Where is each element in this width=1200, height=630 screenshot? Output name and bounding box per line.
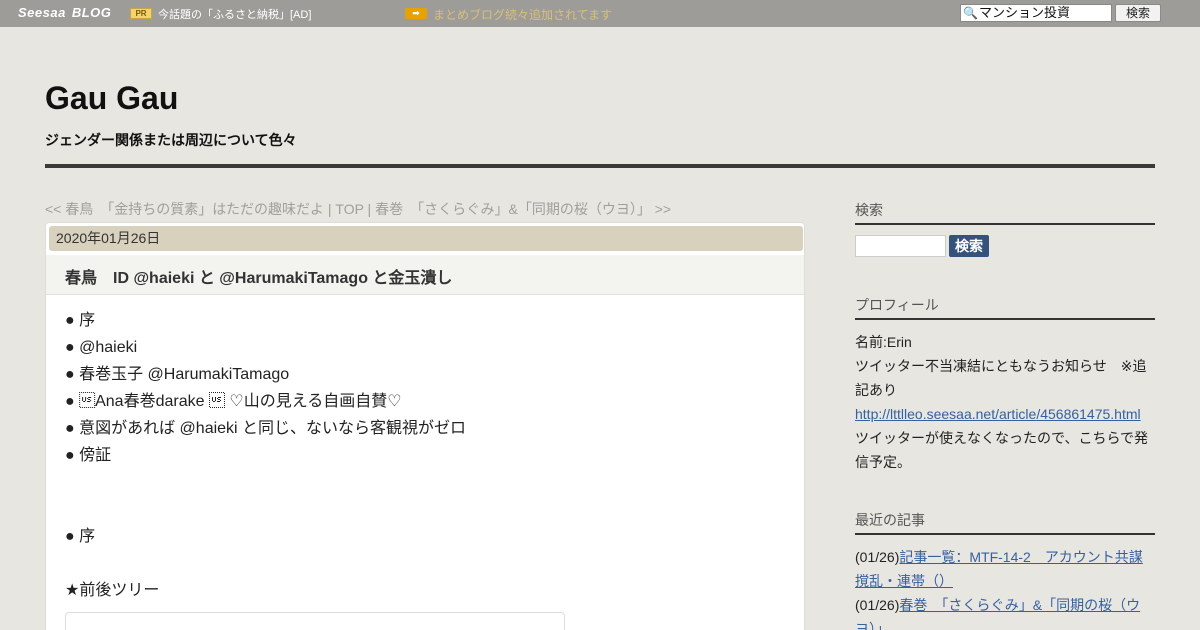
profile-name: 名前:Erin: [855, 334, 912, 350]
brand-seesaa: Seesaa: [18, 5, 66, 20]
top-link[interactable]: TOP: [335, 201, 363, 217]
nav-separator: |: [363, 201, 376, 217]
global-top-bar: Seesaa BLOG PR 今話題の「ふるさと納税」[AD] ➡ まとめブログ続…: [0, 0, 1200, 27]
profile-widget: プロフィール 名前:Erin ツイッター不当凍結にともなうお知らせ ※追記あり …: [855, 295, 1155, 474]
header-divider: [45, 164, 1155, 168]
widget-title: 最近の記事: [855, 510, 1155, 535]
arrow-right-icon: ➡: [405, 8, 427, 19]
post-container: 2020年01月26日 春鳥 ID @haieki と @HarumakiTam…: [45, 222, 805, 630]
top-search-input[interactable]: 🔍 マンション投資: [960, 4, 1112, 22]
site-description: ジェンダー関係または周辺について色々: [45, 132, 297, 148]
profile-text-2: ツイッターが使えなくなったので、こちらで発信予定。: [855, 430, 1149, 470]
toc-item[interactable]: ● @haieki: [65, 334, 466, 361]
widget-title: プロフィール: [855, 295, 1155, 320]
sidebar-search-button[interactable]: 検索: [949, 235, 989, 257]
top-search-value: マンション投資: [979, 5, 1071, 20]
sidebar-search-widget: 検索 検索: [855, 200, 1155, 257]
section-heading-jo: ● 序: [65, 528, 96, 545]
table-of-contents: ● 序 ● @haieki ● 春巻玉子 @HarumakiTamago ● A…: [65, 307, 466, 469]
brand-blog: BLOG: [71, 5, 112, 20]
prev-post-link[interactable]: << 春鳥 「金持ちの質素」はただの趣味だよ: [45, 201, 324, 217]
recent-post-link[interactable]: 記事一覧：MTF-14-2 アカウント共謀撹乱・連帯（）: [855, 549, 1143, 589]
sidebar-search-input[interactable]: [855, 235, 946, 257]
nav-separator: |: [323, 201, 336, 217]
toc-item[interactable]: ● 春巻玉子 @HarumakiTamago: [65, 361, 466, 388]
recent-post-item: (01/26)春巻 「さくらぐみ」&「同期の桜（ウヨ）」: [855, 593, 1155, 630]
recent-post-item: (01/26)記事一覧：MTF-14-2 アカウント共謀撹乱・連帯（）: [855, 545, 1155, 593]
recent-post-date: (01/26): [855, 597, 900, 613]
toc-item[interactable]: ● Ana春巻darake ♡山の見える自画自賛♡: [65, 388, 466, 415]
section-heading-tree: ★前後ツリー: [65, 582, 160, 599]
toc-item[interactable]: ● 意図があれば @haieki と同じ、ないなら客観視がゼロ: [65, 415, 466, 442]
post-title[interactable]: 春鳥 ID @haieki と @HarumakiTamago と金玉潰し: [65, 264, 452, 288]
recent-post-date: (01/26): [855, 549, 900, 565]
notice-link[interactable]: まとめブログ続々追加されてます: [433, 6, 612, 23]
recent-posts-widget: 最近の記事 (01/26)記事一覧：MTF-14-2 アカウント共謀撹乱・連帯（…: [855, 510, 1155, 630]
top-search-button[interactable]: 検索: [1115, 4, 1161, 22]
toc-item[interactable]: ● 序: [65, 307, 466, 334]
seesaa-blog-logo[interactable]: Seesaa BLOG: [18, 5, 111, 20]
widget-title: 検索: [855, 200, 1155, 225]
post-date: 2020年01月26日: [49, 226, 803, 251]
post-title-bar: 春鳥 ID @haieki と @HarumakiTamago と金玉潰し: [46, 255, 804, 295]
profile-link[interactable]: http://lttlleo.seesaa.net/article/456861…: [855, 406, 1141, 422]
search-icon: 🔍: [963, 6, 978, 20]
embedded-tweet-card[interactable]: [65, 612, 565, 630]
toc-item[interactable]: ● 傍証: [65, 442, 466, 469]
profile-text: ツイッター不当凍結にともなうお知らせ ※追記あり: [855, 358, 1147, 398]
pr-badge: PR: [130, 8, 152, 19]
next-post-link[interactable]: 春巻 「さくらぐみ」&「同期の桜（ウヨ）」 >>: [375, 201, 671, 217]
site-title[interactable]: Gau Gau: [45, 80, 178, 117]
pr-ad-link[interactable]: 今話題の「ふるさと納税」[AD]: [158, 6, 311, 22]
post-navigation: << 春鳥 「金持ちの質素」はただの趣味だよ | TOP | 春巻 「さくらぐみ…: [45, 199, 671, 219]
